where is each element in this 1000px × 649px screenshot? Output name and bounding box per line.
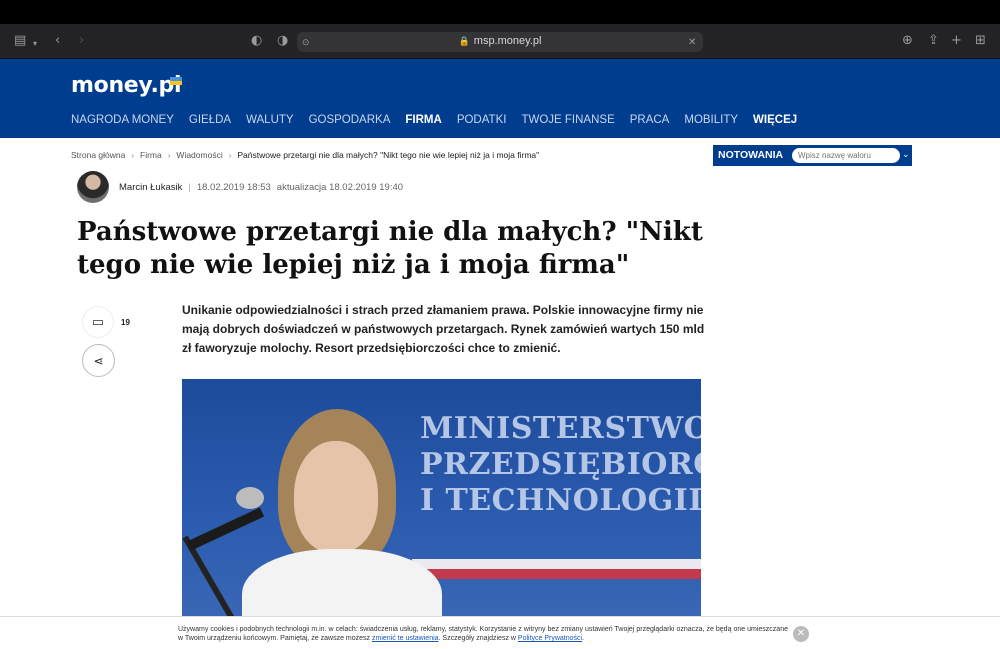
download-icon[interactable]: ⊕ bbox=[902, 33, 913, 49]
shield-icon[interactable]: ◑ bbox=[277, 33, 288, 49]
author-name[interactable]: Marcin Łukasik bbox=[119, 182, 182, 193]
breadcrumb-firma[interactable]: Firma bbox=[140, 150, 162, 160]
comments-button[interactable]: ▭ bbox=[82, 306, 114, 338]
page-title: Państwowe przetargi nie dla małych? "Nik… bbox=[77, 217, 703, 280]
sidebar-icon[interactable]: ▤ bbox=[14, 33, 26, 49]
breadcrumb-wiadomosci[interactable]: Wiadomości bbox=[176, 150, 222, 160]
site-logo[interactable]: money.pl bbox=[71, 73, 182, 98]
web-page: money.pl NAGRODA MONEY GIEŁDA WALUTY GOS… bbox=[0, 59, 1000, 649]
nav-item-mobility[interactable]: MOBILITY bbox=[684, 114, 738, 126]
breadcrumb-current: Państwowe przetargi nie dla małych? "Nik… bbox=[237, 150, 540, 160]
notowania-label: NOTOWANIA bbox=[718, 149, 784, 161]
microphone-icon bbox=[236, 487, 264, 509]
notowania-widget: NOTOWANIA ⌄ bbox=[713, 145, 912, 166]
notowania-search-input[interactable] bbox=[792, 148, 900, 163]
nav-item-gospodarka[interactable]: GOSPODARKA bbox=[309, 114, 391, 126]
forward-icon[interactable]: › bbox=[79, 33, 84, 49]
tabs-grid-icon[interactable]: ⊞ bbox=[975, 33, 986, 49]
ukraine-flag-icon bbox=[170, 77, 182, 85]
cookie-text: Używamy cookies i podobnych technologii … bbox=[178, 626, 788, 642]
nav-item-podatki[interactable]: PODATKI bbox=[457, 114, 507, 126]
updated-date: aktualizacja 18.02.2019 19:40 bbox=[276, 181, 404, 193]
nav-item-praca[interactable]: PRACA bbox=[630, 114, 670, 126]
cookie-settings-link[interactable]: zmienić te ustawienia bbox=[372, 635, 439, 642]
comment-icon: ▭ bbox=[91, 314, 105, 329]
share-button[interactable]: ⋖ bbox=[82, 344, 115, 377]
extension-icon[interactable]: ◐ bbox=[251, 33, 262, 49]
person-body bbox=[242, 549, 442, 619]
mic-stem bbox=[187, 507, 265, 551]
article-lead: Unikanie odpowiedzialności i strach prze… bbox=[182, 303, 705, 355]
plus-icon[interactable]: + bbox=[951, 33, 962, 49]
chevron-right-icon: › bbox=[228, 150, 232, 160]
main-nav: NAGRODA MONEY GIEŁDA WALUTY GOSPODARKA F… bbox=[71, 114, 797, 126]
person-face bbox=[294, 441, 378, 553]
lock-icon: 🔒 bbox=[458, 36, 470, 46]
close-icon[interactable]: ✕ bbox=[688, 35, 696, 51]
nav-item-wiecej[interactable]: WIĘCEJ bbox=[753, 114, 797, 126]
published-date: 18.02.2019 18:53 bbox=[196, 181, 271, 193]
nav-item-waluty[interactable]: WALUTY bbox=[246, 114, 294, 126]
chevron-right-icon: › bbox=[131, 150, 135, 160]
breadcrumb: Strona główna › Firma › Wiadomości › Pań… bbox=[71, 150, 539, 160]
nav-item-twoje-finanse[interactable]: TWOJE FINANSE bbox=[521, 114, 614, 126]
share-icon[interactable]: ⇪ bbox=[928, 33, 939, 49]
cookie-banner: Używamy cookies i podobnych technologii … bbox=[0, 616, 1000, 649]
flag-stripe-white bbox=[412, 559, 701, 569]
system-top-bar bbox=[0, 0, 1000, 24]
url-text: msp.money.pl bbox=[473, 35, 542, 47]
author-row: Marcin Łukasik | 18.02.2019 18:53 aktual… bbox=[77, 171, 409, 203]
avatar[interactable] bbox=[77, 171, 109, 203]
flag-stripe-red bbox=[412, 569, 701, 579]
article-image[interactable]: MINISTERSTWO PRZEDSIĘBIORCZ I TECHNOLOGI… bbox=[182, 379, 701, 619]
site-header: money.pl NAGRODA MONEY GIEŁDA WALUTY GOS… bbox=[0, 59, 1000, 138]
chevron-down-icon[interactable]: ⌄ bbox=[902, 149, 910, 160]
breadcrumb-home[interactable]: Strona główna bbox=[71, 150, 125, 160]
back-icon[interactable]: ‹ bbox=[55, 33, 60, 49]
chevron-right-icon: › bbox=[167, 150, 171, 160]
close-icon[interactable]: ✕ bbox=[793, 626, 809, 642]
browser-toolbar: ▤ ▾ ‹ › ◐ ◑ ⊙ 🔒 msp.money.pl ✕ ⊕ ⇪ + ⊞ bbox=[0, 24, 1000, 59]
nav-item-nagroda-money[interactable]: NAGRODA MONEY bbox=[71, 114, 174, 126]
share-icon: ⋖ bbox=[93, 353, 104, 368]
divider: | bbox=[188, 181, 191, 193]
nav-item-gielda[interactable]: GIEŁDA bbox=[189, 114, 231, 126]
image-sign-text: MINISTERSTWO PRZEDSIĘBIORCZ I TECHNOLOGI… bbox=[420, 411, 701, 518]
privacy-policy-link[interactable]: Polityce Prywatności bbox=[518, 635, 582, 642]
chevron-down-icon[interactable]: ▾ bbox=[33, 36, 37, 52]
comments-count: 19 bbox=[121, 318, 130, 327]
address-bar[interactable]: ⊙ 🔒 msp.money.pl ✕ bbox=[297, 32, 703, 52]
nav-item-firma[interactable]: FIRMA bbox=[405, 114, 441, 126]
